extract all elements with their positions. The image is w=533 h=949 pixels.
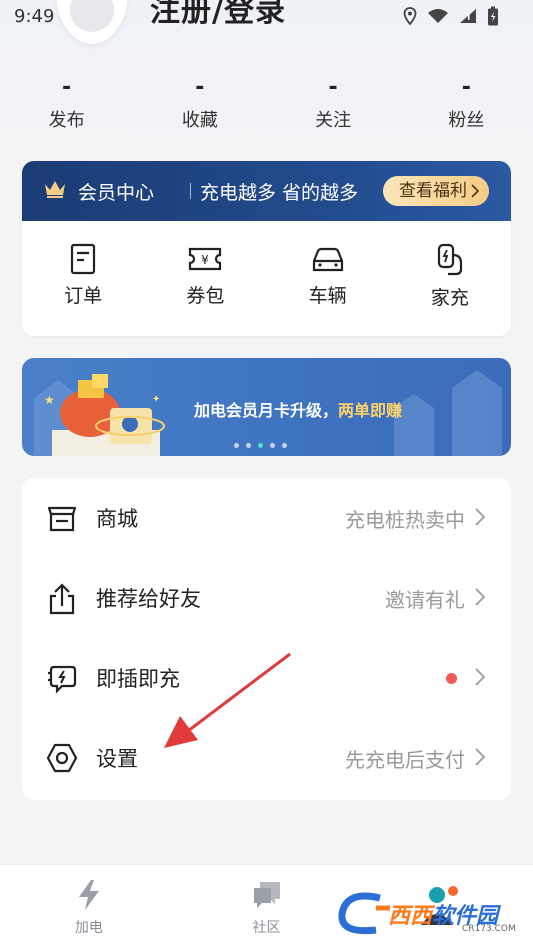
menu-item-hint: 充电桩热卖中 bbox=[345, 507, 465, 532]
menu-item-settings[interactable]: 设置 先充电后支付 bbox=[22, 718, 511, 798]
share-icon bbox=[49, 583, 75, 615]
chevron-right-icon bbox=[471, 184, 479, 198]
carousel-dots bbox=[234, 443, 287, 448]
banner-main-text: 加电会员月卡升级， bbox=[194, 401, 339, 420]
watermark-logo: 西西软件园 CR173.COM bbox=[336, 890, 516, 938]
member-card: 会员中心 充电越多 省的越多 查看福利 订单 ¥ 券包 车辆 家充 bbox=[22, 161, 511, 336]
crown-icon bbox=[45, 181, 65, 198]
carousel-dot[interactable] bbox=[282, 443, 287, 448]
store-icon bbox=[47, 506, 77, 532]
login-link[interactable]: 注册/登录 bbox=[150, 0, 286, 30]
stat-favorites[interactable]: - 收藏 bbox=[133, 75, 266, 132]
carousel-dot[interactable] bbox=[270, 443, 275, 448]
tab-charge[interactable]: 加电 bbox=[0, 865, 178, 949]
stat-label: 粉丝 bbox=[448, 110, 485, 131]
watermark-text-a: 西西 bbox=[388, 904, 433, 929]
tab-label: 加电 bbox=[74, 920, 103, 936]
svg-text:★: ★ bbox=[44, 393, 55, 407]
menu-item-label: 设置 bbox=[96, 747, 138, 771]
menu-list: 商城 充电桩热卖中 推荐给好友 邀请有礼 即插即充 设置 先充电后支付 bbox=[22, 478, 511, 800]
member-header[interactable]: 会员中心 充电越多 省的越多 查看福利 bbox=[22, 161, 511, 221]
menu-item-store[interactable]: 商城 充电桩热卖中 bbox=[22, 478, 511, 558]
quick-item-orders[interactable]: 订单 bbox=[22, 243, 144, 310]
member-slogan: 充电越多 省的越多 bbox=[200, 182, 359, 204]
battery-icon bbox=[488, 6, 498, 26]
signal-icon bbox=[460, 9, 476, 23]
stat-value: - bbox=[461, 75, 471, 100]
stat-value: - bbox=[195, 75, 205, 100]
plug-charge-icon bbox=[48, 665, 77, 694]
order-icon bbox=[71, 243, 96, 275]
stat-posts[interactable]: - 发布 bbox=[0, 75, 133, 132]
quick-item-label: 家充 bbox=[430, 287, 469, 309]
quick-item-coupons[interactable]: ¥ 券包 bbox=[144, 243, 266, 310]
watermark-url: CR173.COM bbox=[462, 924, 516, 934]
view-benefits-label: 查看福利 bbox=[399, 181, 467, 201]
menu-item-hint: 先充电后支付 bbox=[345, 747, 465, 772]
carousel-dot-active[interactable] bbox=[258, 443, 263, 448]
stat-following[interactable]: - 关注 bbox=[267, 75, 400, 132]
tab-label: 社区 bbox=[252, 920, 281, 936]
stat-label: 关注 bbox=[315, 110, 352, 131]
settings-icon bbox=[46, 743, 78, 773]
chevron-right-icon bbox=[475, 508, 485, 526]
coupon-icon: ¥ bbox=[189, 247, 222, 271]
menu-item-plug-and-charge[interactable]: 即插即充 bbox=[22, 638, 511, 718]
quick-item-label: 券包 bbox=[186, 285, 225, 307]
quick-actions: 订单 ¥ 券包 车辆 家充 bbox=[22, 221, 511, 310]
chevron-right-icon bbox=[475, 668, 485, 686]
stat-value: - bbox=[62, 75, 72, 100]
chevron-right-icon bbox=[475, 588, 485, 606]
quick-item-vehicles[interactable]: 车辆 bbox=[267, 243, 389, 310]
menu-item-hint: 邀请有礼 bbox=[385, 587, 465, 612]
home-charger-icon bbox=[437, 243, 462, 276]
banner-highlight: 两单即赚 bbox=[338, 401, 403, 420]
stats-row: - 发布 - 收藏 - 关注 - 粉丝 bbox=[0, 75, 533, 132]
chevron-right-icon bbox=[475, 748, 485, 766]
stat-label: 收藏 bbox=[181, 110, 218, 131]
status-time: 9:49 bbox=[14, 6, 55, 27]
carousel-dot[interactable] bbox=[234, 443, 239, 448]
notification-dot bbox=[446, 673, 457, 684]
status-icons bbox=[403, 6, 499, 26]
stat-value: - bbox=[328, 75, 338, 100]
svg-text:✦: ✦ bbox=[152, 394, 160, 405]
menu-item-label: 商城 bbox=[96, 507, 138, 531]
wifi-icon bbox=[428, 9, 448, 23]
quick-item-home-charging[interactable]: 家充 bbox=[389, 243, 511, 310]
lightning-icon bbox=[78, 880, 99, 910]
quick-item-label: 订单 bbox=[64, 285, 103, 307]
divider bbox=[190, 183, 191, 199]
menu-item-recommend[interactable]: 推荐给好友 邀请有礼 bbox=[22, 558, 511, 638]
menu-item-label: 推荐给好友 bbox=[96, 587, 201, 611]
member-center-title: 会员中心 bbox=[78, 182, 155, 204]
location-icon bbox=[403, 7, 417, 25]
stat-followers[interactable]: - 粉丝 bbox=[400, 75, 533, 132]
menu-item-label: 即插即充 bbox=[96, 667, 180, 691]
car-icon bbox=[312, 247, 343, 272]
chat-icon bbox=[253, 882, 280, 908]
stat-label: 发布 bbox=[48, 110, 85, 131]
promo-banner[interactable]: ★ ✦ 加电会员月卡升级，两单即赚 bbox=[22, 358, 511, 456]
svg-text:¥: ¥ bbox=[202, 253, 210, 267]
view-benefits-button[interactable]: 查看福利 bbox=[383, 176, 489, 206]
quick-item-label: 车辆 bbox=[308, 285, 347, 307]
carousel-dot[interactable] bbox=[246, 443, 251, 448]
banner-text: 加电会员月卡升级，两单即赚 bbox=[194, 397, 402, 421]
tab-community[interactable]: 社区 bbox=[178, 865, 356, 949]
